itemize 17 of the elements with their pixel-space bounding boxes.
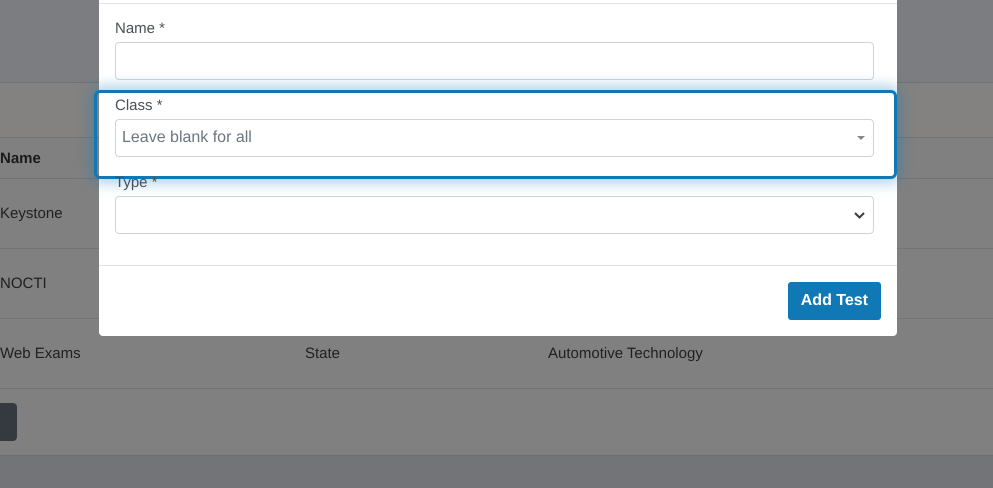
table-cell-text: Keystone [0, 205, 64, 222]
table-cell-text: Automotive Technology [548, 345, 704, 362]
field-label: Class * [115, 96, 164, 116]
add-test-button[interactable]: Add Test [788, 282, 881, 320]
field-label: Type * [115, 173, 159, 193]
field-label: Name * [115, 19, 166, 39]
table-cell-text: NOCTI [0, 275, 48, 292]
text-field[interactable] [115, 42, 874, 80]
caret-icon [857, 136, 865, 140]
column-header: Name [0, 150, 41, 166]
table-cell-text: Web Exams [0, 345, 82, 362]
chevron-down-icon [854, 212, 865, 218]
select-field[interactable]: Leave blank for all [115, 119, 874, 157]
select-field[interactable] [115, 196, 874, 234]
table-cell-text: State [305, 345, 342, 362]
action-button[interactable] [0, 403, 17, 441]
placeholder-text: Leave blank for all [122, 129, 252, 147]
